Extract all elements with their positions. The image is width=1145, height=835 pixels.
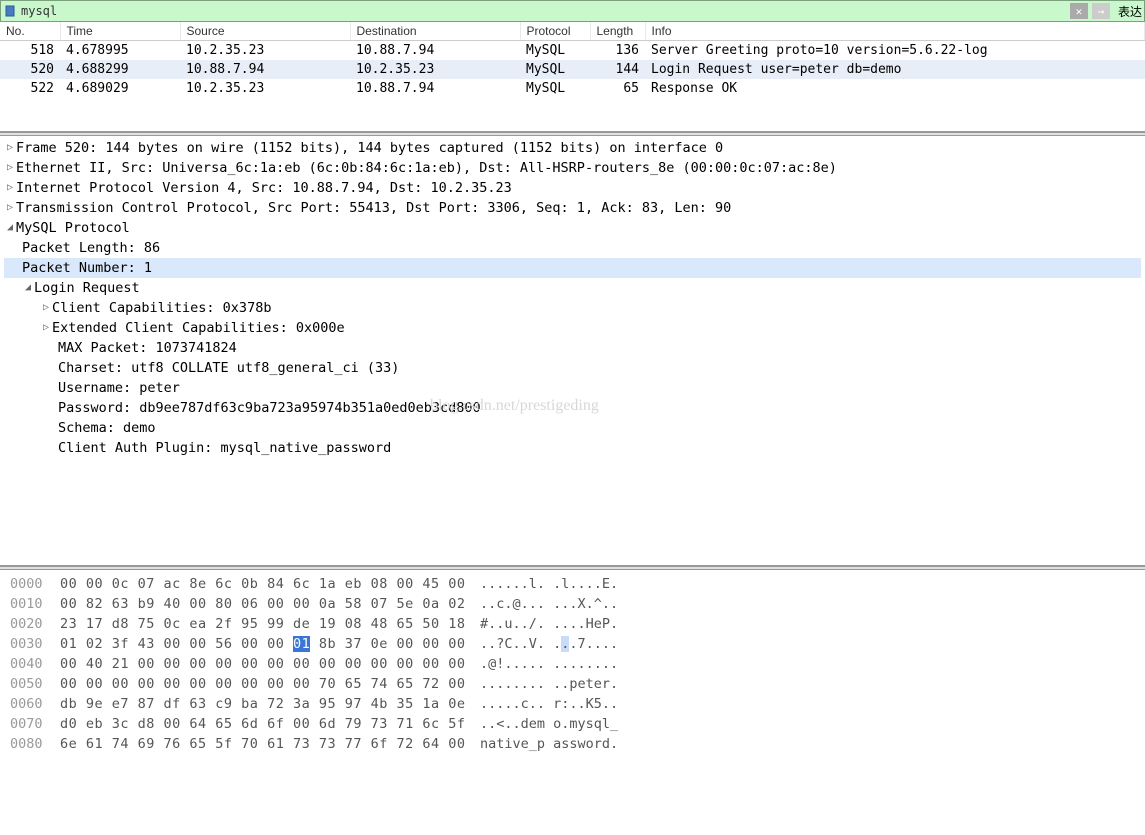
ethernet-summary[interactable]: ▷ Ethernet II, Src: Universa_6c:1a:eb (6… bbox=[4, 158, 1141, 178]
col-header-source[interactable]: Source bbox=[180, 22, 350, 41]
hex-row[interactable]: 000000 00 0c 07 ac 8e 6c 0b 84 6c 1a eb … bbox=[10, 574, 1135, 594]
expand-icon[interactable]: ▷ bbox=[4, 138, 16, 158]
ethernet-text: Ethernet II, Src: Universa_6c:1a:eb (6c:… bbox=[16, 158, 837, 178]
frame-summary[interactable]: ▷ Frame 520: 144 bytes on wire (1152 bit… bbox=[4, 138, 1141, 158]
login-title: Login Request bbox=[34, 278, 140, 298]
packet-list-pane: No. Time Source Destination Protocol Len… bbox=[0, 22, 1145, 132]
hex-row[interactable]: 001000 82 63 b9 40 00 80 06 00 00 0a 58 … bbox=[10, 594, 1135, 614]
expand-icon[interactable]: ▷ bbox=[4, 198, 16, 218]
packet-number-text: Packet Number: 1 bbox=[22, 258, 152, 278]
username-text: Username: peter bbox=[58, 378, 180, 398]
apply-filter-icon[interactable]: → bbox=[1092, 3, 1110, 19]
packet-table: No. Time Source Destination Protocol Len… bbox=[0, 22, 1145, 98]
expand-icon[interactable]: ▷ bbox=[40, 318, 52, 338]
charset-text: Charset: utf8 COLLATE utf8_general_ci (3… bbox=[58, 358, 399, 378]
ip-summary[interactable]: ▷ Internet Protocol Version 4, Src: 10.8… bbox=[4, 178, 1141, 198]
password[interactable]: Password: db9ee787df63c9ba723a95974b351a… bbox=[4, 398, 1141, 418]
charset[interactable]: Charset: utf8 COLLATE utf8_general_ci (3… bbox=[4, 358, 1141, 378]
collapse-icon[interactable]: ◢ bbox=[22, 278, 34, 298]
auth-plugin-text: Client Auth Plugin: mysql_native_passwor… bbox=[58, 438, 391, 458]
packet-number[interactable]: Packet Number: 1 bbox=[4, 258, 1141, 278]
table-row[interactable]: 5224.68902910.2.35.2310.88.7.94MySQL65Re… bbox=[0, 79, 1145, 98]
client-caps-text: Client Capabilities: 0x378b bbox=[52, 298, 271, 318]
max-packet[interactable]: MAX Packet: 1073741824 bbox=[4, 338, 1141, 358]
expand-icon[interactable]: ▷ bbox=[4, 178, 16, 198]
hex-row[interactable]: 0060db 9e e7 87 df 63 c9 ba 72 3a 95 97 … bbox=[10, 694, 1135, 714]
bookmark-icon[interactable] bbox=[3, 4, 17, 18]
expand-icon[interactable]: ▷ bbox=[4, 158, 16, 178]
schema[interactable]: Schema: demo bbox=[4, 418, 1141, 438]
col-header-length[interactable]: Length bbox=[590, 22, 645, 41]
tcp-text: Transmission Control Protocol, Src Port:… bbox=[16, 198, 731, 218]
mysql-title: MySQL Protocol bbox=[16, 218, 130, 238]
col-header-destination[interactable]: Destination bbox=[350, 22, 520, 41]
hex-row[interactable]: 002023 17 d8 75 0c ea 2f 95 99 de 19 08 … bbox=[10, 614, 1135, 634]
hex-row[interactable]: 00806e 61 74 69 76 65 5f 70 61 73 73 77 … bbox=[10, 734, 1135, 754]
frame-text: Frame 520: 144 bytes on wire (1152 bits)… bbox=[16, 138, 723, 158]
auth-plugin[interactable]: Client Auth Plugin: mysql_native_passwor… bbox=[4, 438, 1141, 458]
schema-text: Schema: demo bbox=[58, 418, 156, 438]
display-filter-bar: ✕ → 表达 bbox=[0, 0, 1145, 22]
ip-text: Internet Protocol Version 4, Src: 10.88.… bbox=[16, 178, 512, 198]
client-capabilities[interactable]: ▷ Client Capabilities: 0x378b bbox=[4, 298, 1141, 318]
hex-row[interactable]: 003001 02 3f 43 00 00 56 00 00 01 8b 37 … bbox=[10, 634, 1135, 654]
username[interactable]: Username: peter bbox=[4, 378, 1141, 398]
filter-right-label: 表达 bbox=[1118, 3, 1142, 20]
max-packet-text: MAX Packet: 1073741824 bbox=[58, 338, 237, 358]
collapse-icon[interactable]: ◢ bbox=[4, 218, 16, 238]
packet-details-pane: ▷ Frame 520: 144 bytes on wire (1152 bit… bbox=[0, 136, 1145, 566]
table-row[interactable]: 5204.68829910.88.7.9410.2.35.23MySQL144L… bbox=[0, 60, 1145, 79]
ext-caps-text: Extended Client Capabilities: 0x000e bbox=[52, 318, 345, 338]
clear-filter-icon[interactable]: ✕ bbox=[1070, 3, 1088, 19]
display-filter-input[interactable] bbox=[21, 4, 1066, 18]
col-header-protocol[interactable]: Protocol bbox=[520, 22, 590, 41]
mysql-protocol[interactable]: ◢ MySQL Protocol bbox=[4, 218, 1141, 238]
table-row[interactable]: 5184.67899510.2.35.2310.88.7.94MySQL136S… bbox=[0, 41, 1145, 61]
col-header-info[interactable]: Info bbox=[645, 22, 1145, 41]
hex-dump-pane: 000000 00 0c 07 ac 8e 6c 0b 84 6c 1a eb … bbox=[0, 570, 1145, 758]
hex-row[interactable]: 0070d0 eb 3c d8 00 64 65 6d 6f 00 6d 79 … bbox=[10, 714, 1135, 734]
expand-icon[interactable]: ▷ bbox=[40, 298, 52, 318]
col-header-no[interactable]: No. bbox=[0, 22, 60, 41]
hex-row[interactable]: 004000 40 21 00 00 00 00 00 00 00 00 00 … bbox=[10, 654, 1135, 674]
password-text: Password: db9ee787df63c9ba723a95974b351a… bbox=[58, 398, 481, 418]
packet-length-text: Packet Length: 86 bbox=[22, 238, 160, 258]
hex-row[interactable]: 005000 00 00 00 00 00 00 00 00 00 70 65 … bbox=[10, 674, 1135, 694]
col-header-time[interactable]: Time bbox=[60, 22, 180, 41]
extended-capabilities[interactable]: ▷ Extended Client Capabilities: 0x000e bbox=[4, 318, 1141, 338]
login-request[interactable]: ◢ Login Request bbox=[4, 278, 1141, 298]
tcp-summary[interactable]: ▷ Transmission Control Protocol, Src Por… bbox=[4, 198, 1141, 218]
packet-length[interactable]: Packet Length: 86 bbox=[4, 238, 1141, 258]
